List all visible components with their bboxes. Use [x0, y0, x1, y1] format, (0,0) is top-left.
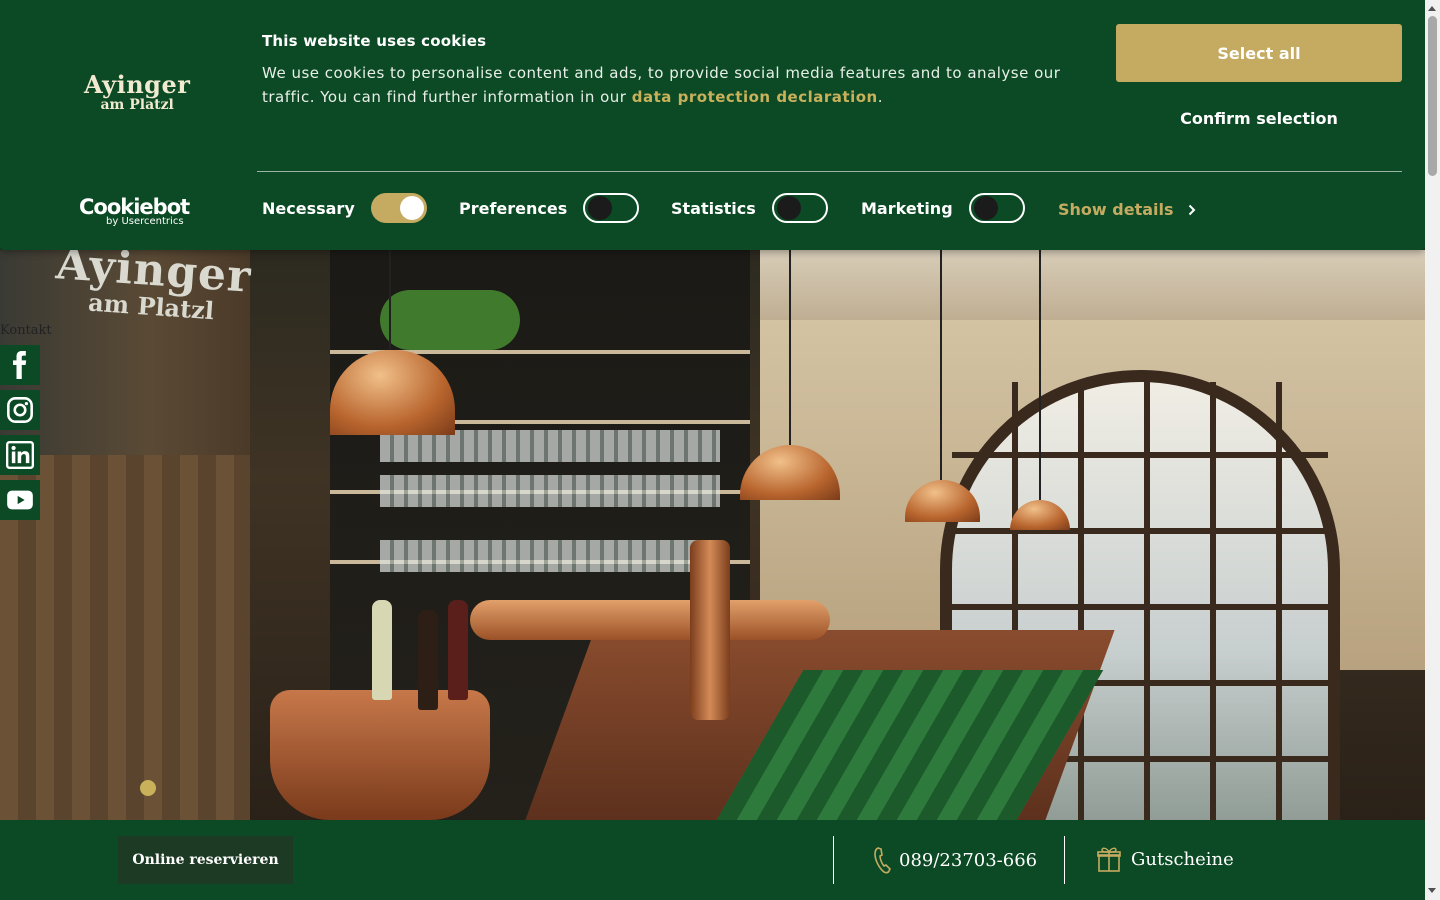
- data-protection-link[interactable]: data protection declaration: [632, 88, 878, 106]
- show-details-link[interactable]: Show details: [1058, 200, 1196, 219]
- ayinger-logo: Ayinger am Platzl: [84, 70, 191, 113]
- facebook-link[interactable]: [0, 345, 40, 385]
- select-all-button[interactable]: Select all: [1116, 24, 1402, 82]
- wine-bottle: [372, 600, 392, 700]
- toggle-statistics: Statistics: [671, 193, 828, 223]
- divider: [257, 171, 1402, 172]
- phone-icon: [874, 847, 891, 874]
- necessary-switch[interactable]: [370, 193, 427, 223]
- facebook-icon: [13, 351, 27, 379]
- toggle-preferences: Preferences: [459, 193, 640, 223]
- page-scrollbar[interactable]: [1425, 0, 1440, 900]
- ceiling: [760, 250, 1425, 320]
- toggle-label-statistics: Statistics: [671, 198, 756, 218]
- cookie-description: We use cookies to personalise content an…: [262, 64, 1061, 106]
- confirm-selection-button[interactable]: Confirm selection: [1116, 96, 1402, 140]
- divider: [1064, 836, 1065, 884]
- voucher-link[interactable]: Gutscheine: [1097, 846, 1234, 872]
- herb-plants: [380, 290, 520, 350]
- cookie-title: This website uses cookies: [262, 32, 487, 50]
- toggle-marketing: Marketing: [861, 193, 1025, 223]
- statistics-switch[interactable]: [771, 193, 828, 223]
- toggle-necessary: Necessary: [262, 193, 427, 223]
- kontakt-label[interactable]: Kontakt: [0, 323, 52, 338]
- glasses-row: [380, 475, 720, 507]
- wall-logo: Ayinger am Platzl: [54, 250, 253, 326]
- linkedin-icon: [6, 441, 34, 469]
- cookiebot-logo: Cookiebot by Usercentrics: [79, 195, 190, 227]
- glasses-row: [380, 540, 720, 572]
- cookie-banner: Ayinger am Platzl This website uses cook…: [0, 0, 1425, 250]
- divider: [833, 836, 834, 884]
- wine-bottle: [418, 610, 438, 710]
- toggle-label-necessary: Necessary: [262, 198, 355, 218]
- phone-link[interactable]: 089/23703-666: [873, 846, 1037, 874]
- linkedin-link[interactable]: [0, 435, 40, 475]
- beer-tap: [690, 540, 730, 720]
- toggle-label-preferences: Preferences: [459, 198, 568, 218]
- marketing-switch[interactable]: [968, 193, 1025, 223]
- gift-icon: [1097, 847, 1121, 872]
- voucher-label: Gutscheine: [1131, 848, 1234, 870]
- copper-tub: [270, 690, 490, 820]
- bottom-bar: Online reservieren 089/23703-666 Gutsche…: [0, 820, 1425, 900]
- preferences-switch[interactable]: [583, 193, 640, 223]
- youtube-icon: [7, 490, 33, 510]
- wine-bottle: [448, 600, 468, 700]
- scroll-up-arrow[interactable]: [1428, 6, 1436, 11]
- chevron-right-icon: [1188, 204, 1195, 215]
- youtube-link[interactable]: [0, 480, 40, 520]
- show-details-label: Show details: [1058, 200, 1174, 219]
- scroll-thumb[interactable]: [1428, 16, 1437, 176]
- hero-image: Ayinger am Platzl: [0, 250, 1425, 820]
- instagram-link[interactable]: [0, 390, 40, 430]
- scroll-down-arrow[interactable]: [1428, 888, 1436, 893]
- online-reserve-button[interactable]: Online reservieren: [118, 836, 293, 884]
- phone-number: 089/23703-666: [899, 849, 1038, 871]
- toggle-label-marketing: Marketing: [861, 198, 953, 218]
- beer-tap-bar: [470, 600, 830, 640]
- slider-dot-active[interactable]: [140, 780, 156, 796]
- instagram-icon: [7, 397, 33, 423]
